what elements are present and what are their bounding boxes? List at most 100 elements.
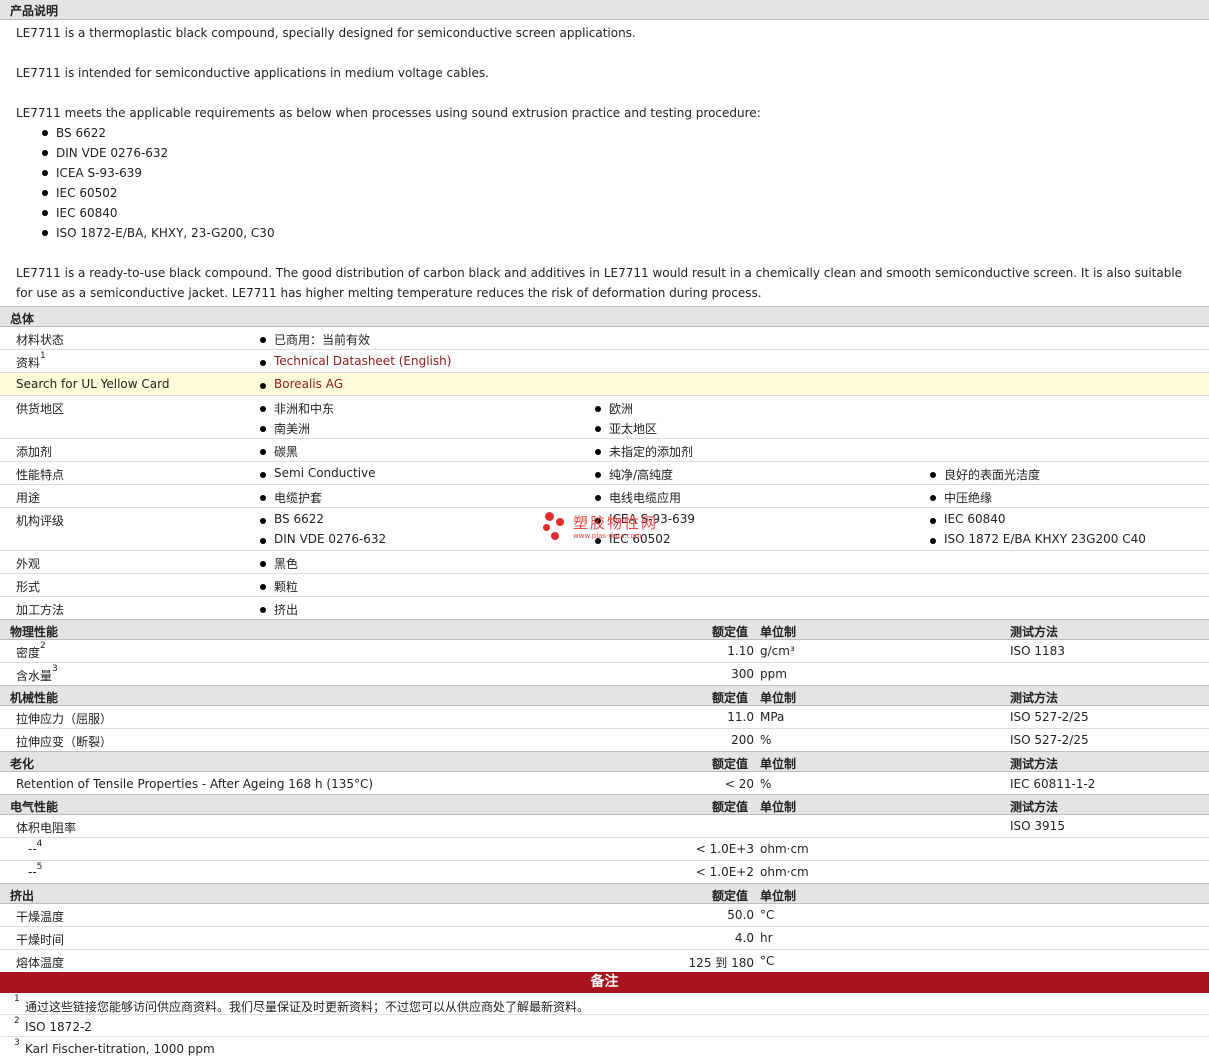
row-value: 非洲和中东 [259, 400, 334, 417]
table-row: 体积电阻率 ISO 3915 [0, 815, 1209, 838]
section-header-aging: 老化 额定值 单位制 测试方法 [0, 751, 1209, 772]
row-nominal: 4.0 [734, 931, 754, 945]
table-row-highlight: Search for UL Yellow Card Borealis AG [0, 373, 1209, 396]
row-label: 添加剂 [16, 445, 53, 459]
row-value: Semi Conductive [259, 466, 376, 480]
desc-paragraph: LE7711 is a ready-to-use black compound.… [16, 266, 1183, 300]
product-description: LE7711 is a thermoplastic black compound… [0, 20, 1209, 306]
table-row: --4 < 1.0E+3 ohm·cm [0, 838, 1209, 861]
table-row: 形式 颗粒 [0, 574, 1209, 597]
list-item: ISO 1872-E/BA, KHXY, 23-G200, C30 [42, 223, 1193, 243]
row-value: ISO 1872 E/BA KHXY 23G200 C40 [929, 532, 1146, 546]
list-item: IEC 60502 [42, 183, 1193, 203]
section-title: 总体 [10, 312, 35, 326]
section-header-general: 总体 [0, 306, 1209, 327]
watermark-logo-icon [551, 532, 559, 540]
row-value: 欧洲 [594, 400, 633, 417]
section-title: 产品说明 [10, 4, 59, 18]
table-row: 熔体温度 125 到 180 °C [0, 950, 1209, 972]
row-unit: MPa [760, 710, 785, 724]
row-label: 性能特点 [16, 468, 65, 482]
watermark-logo-icon [556, 518, 564, 526]
row-value: 颗粒 [259, 578, 298, 595]
row-label: 拉伸应变（断裂） [16, 735, 113, 749]
row-label: 用途 [16, 491, 41, 505]
row-nominal: 200 [731, 733, 754, 747]
list-item: DIN VDE 0276-632 [42, 143, 1193, 163]
table-row: 材料状态 已商用：当前有效 [0, 327, 1209, 350]
section-title: 电气性能 [10, 800, 59, 814]
row-unit: °C [760, 954, 775, 968]
row-unit: g/cm³ [760, 644, 795, 658]
table-row: 干燥温度 50.0 °C [0, 904, 1209, 927]
section-header-electrical: 电气性能 额定值 单位制 测试方法 [0, 794, 1209, 815]
row-nominal: 1.10 [727, 644, 754, 658]
row-value: 中压绝缘 [929, 489, 992, 506]
row-value: 挤出 [259, 601, 298, 618]
row-unit: ohm·cm [760, 865, 809, 879]
row-value: 碳黑 [259, 443, 298, 460]
notes-header: 备注 [0, 972, 1209, 993]
row-unit: ppm [760, 667, 787, 681]
list-item: BS 6622 [42, 123, 1193, 143]
footnote-text: Karl Fischer-titration, 1000 ppm [25, 1042, 215, 1056]
row-label: --5 [28, 862, 43, 879]
table-row: 资料1 Technical Datasheet (English) [0, 350, 1209, 373]
table-row: 加工方法 挤出 [0, 597, 1209, 619]
watermark-logo-icon [543, 524, 550, 531]
row-value: 电缆护套 [259, 489, 322, 506]
row-value: 南美洲 [259, 420, 310, 437]
row-label: 加工方法 [16, 603, 65, 617]
standards-list: BS 6622 DIN VDE 0276-632 ICEA S-93-639 I… [16, 123, 1193, 243]
table-row: --5 < 1.0E+2 ohm·cm [0, 861, 1209, 883]
datasheet-link[interactable]: Technical Datasheet (English) [259, 354, 451, 368]
row-value: 纯净/高纯度 [594, 466, 673, 483]
row-nominal: < 1.0E+3 [695, 842, 754, 856]
watermark: 塑胶物性网 www.plas-data.com [543, 512, 683, 544]
footnote-number: 2 [14, 1016, 20, 1026]
list-item: ICEA S-93-639 [42, 163, 1193, 183]
table-row: Retention of Tensile Properties - After … [0, 772, 1209, 794]
row-value: IEC 60840 [929, 512, 1006, 526]
list-item: IEC 60840 [42, 203, 1193, 223]
col-header-nominal: 额定值 [712, 691, 749, 705]
col-header-nominal: 额定值 [712, 800, 749, 814]
row-method: ISO 527-2/25 [1010, 710, 1089, 724]
col-header-nominal: 额定值 [712, 625, 749, 639]
table-row: 密度2 1.10 g/cm³ ISO 1183 [0, 640, 1209, 663]
row-label: 干燥温度 [16, 910, 65, 924]
footnote-number: 1 [14, 994, 20, 1004]
col-header-unit: 单位制 [760, 691, 797, 705]
table-row: 含水量3 300 ppm [0, 663, 1209, 685]
row-label: --4 [28, 839, 43, 856]
table-row: 供货地区 非洲和中东 欧洲 南美洲 亚太地区 [0, 396, 1209, 439]
row-label: 外观 [16, 557, 41, 571]
row-label: 干燥时间 [16, 933, 65, 947]
row-nominal: 11.0 [727, 710, 754, 724]
footnote-text: 通过这些链接您能够访问供应商资料。我们尽量保证及时更新资料；不过您可以从供应商处… [25, 1000, 590, 1014]
section-header-physical: 物理性能 额定值 单位制 测试方法 [0, 619, 1209, 640]
section-title: 挤出 [10, 889, 35, 903]
row-value: BS 6622 [259, 512, 324, 526]
section-header-product-desc: 产品说明 [0, 0, 1209, 20]
col-header-method: 测试方法 [1010, 625, 1059, 639]
col-header-unit: 单位制 [760, 889, 797, 903]
watermark-logo-icon [545, 512, 554, 521]
col-header-unit: 单位制 [760, 625, 797, 639]
row-value: 良好的表面光洁度 [929, 466, 1040, 483]
row-nominal: 50.0 [727, 908, 754, 922]
col-header-unit: 单位制 [760, 800, 797, 814]
desc-paragraph: LE7711 meets the applicable requirements… [16, 106, 761, 120]
row-value: 电线电缆应用 [594, 489, 681, 506]
row-label: 熔体温度 [16, 956, 65, 970]
supplier-link[interactable]: Borealis AG [259, 377, 343, 391]
row-value: DIN VDE 0276-632 [259, 532, 386, 546]
row-nominal: < 1.0E+2 [695, 865, 754, 879]
ul-search-link[interactable]: Search for UL Yellow Card [16, 377, 169, 391]
row-nominal: 300 [731, 667, 754, 681]
footnote-text: ISO 1872-2 [25, 1020, 92, 1034]
row-label: Retention of Tensile Properties - After … [16, 777, 374, 791]
row-label: 机构评级 [16, 514, 65, 528]
footnote-number: 3 [14, 1038, 20, 1048]
watermark-text: 塑胶物性网 [573, 514, 659, 532]
